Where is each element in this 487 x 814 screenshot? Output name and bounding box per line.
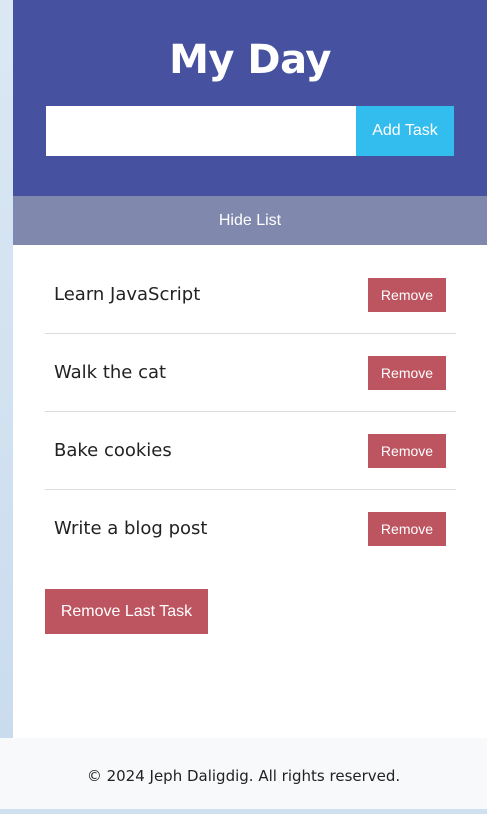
page-background-strip — [0, 0, 13, 738]
list-item: Bake cookies Remove — [45, 412, 456, 490]
list-item: Write a blog post Remove — [45, 490, 456, 567]
task-list: Learn JavaScript Remove Walk the cat Rem… — [45, 256, 456, 567]
remove-task-button[interactable]: Remove — [368, 356, 446, 390]
header: My Day Add Task — [13, 0, 487, 196]
task-text: Learn JavaScript — [54, 284, 201, 305]
copyright-text: © 2024 Jeph Daligdig. All rights reserve… — [86, 767, 401, 785]
remove-task-button[interactable]: Remove — [368, 278, 446, 312]
footer: © 2024 Jeph Daligdig. All rights reserve… — [0, 738, 487, 809]
page-title: My Day — [169, 37, 331, 83]
list-item: Learn JavaScript Remove — [45, 256, 456, 334]
task-input[interactable] — [46, 106, 356, 156]
add-task-button[interactable]: Add Task — [356, 106, 454, 156]
todo-app: My Day Add Task Hide List Learn JavaScri… — [13, 0, 487, 738]
hide-list-button[interactable]: Hide List — [13, 196, 487, 245]
remove-task-button[interactable]: Remove — [368, 434, 446, 468]
task-text: Walk the cat — [54, 362, 167, 383]
list-item: Walk the cat Remove — [45, 334, 456, 412]
task-text: Bake cookies — [54, 440, 172, 461]
remove-task-button[interactable]: Remove — [368, 512, 446, 546]
remove-last-task-button[interactable]: Remove Last Task — [45, 589, 208, 634]
task-text: Write a blog post — [54, 518, 208, 539]
